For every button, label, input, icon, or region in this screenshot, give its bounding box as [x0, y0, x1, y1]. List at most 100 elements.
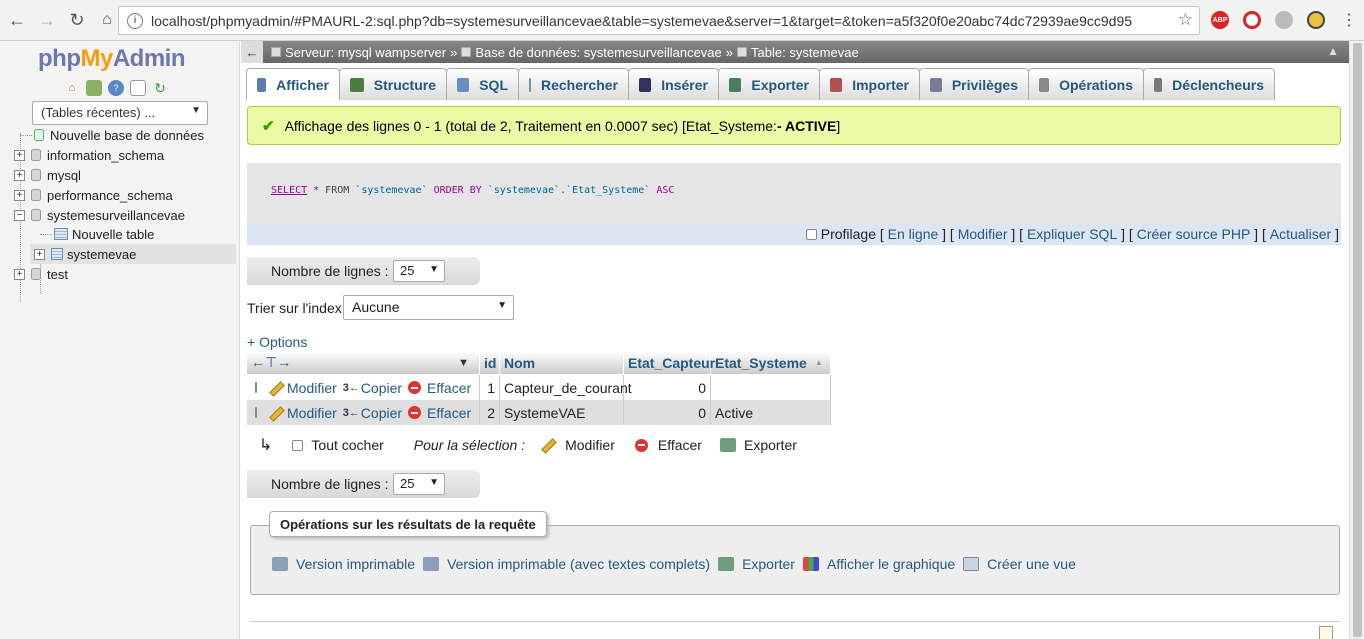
- recent-tables-select[interactable]: (Tables récentes) ... ▼: [32, 101, 208, 125]
- tab-structure[interactable]: Structure: [339, 68, 447, 100]
- extension-icon[interactable]: [1275, 11, 1293, 29]
- export-link[interactable]: Exporter: [718, 556, 795, 572]
- cell-nom[interactable]: SystemeVAE: [500, 400, 624, 425]
- collapse-nav-icon[interactable]: ←: [241, 41, 263, 63]
- header-nom[interactable]: Nom: [500, 351, 624, 374]
- home-icon[interactable]: ⌂: [94, 7, 120, 33]
- tree-item-systemevae[interactable]: + systemevae: [30, 244, 236, 264]
- tab-inserer[interactable]: Insérer: [628, 68, 719, 100]
- page-scrollbar[interactable]: [1349, 41, 1364, 639]
- cell-etat-systeme[interactable]: [711, 375, 831, 400]
- tab-sql[interactable]: SQL: [446, 68, 519, 100]
- cell-etat-capteur[interactable]: 0: [624, 375, 711, 400]
- menu-icon[interactable]: ⋮: [1336, 7, 1362, 33]
- extension-norton-icon[interactable]: [1307, 11, 1325, 29]
- tree-item-systemesurveillancevae[interactable]: − systemesurveillancevae: [14, 205, 185, 225]
- rows-count-select[interactable]: 25 ▼: [393, 473, 445, 495]
- phpmyadmin-logo[interactable]: phpMyAdmin: [38, 45, 186, 73]
- console-icon[interactable]: [1319, 626, 1333, 639]
- address-bar[interactable]: i localhost/phpmyadmin/#PMAURL-2:sql.php…: [118, 6, 1200, 35]
- home-icon[interactable]: ⌂: [64, 80, 80, 96]
- help-icon[interactable]: ?: [108, 80, 124, 96]
- reload-nav-icon[interactable]: ↻: [152, 80, 168, 96]
- check-all-label[interactable]: Tout cocher: [311, 437, 383, 453]
- adblock-icon[interactable]: ABP: [1211, 11, 1229, 29]
- row-copy-button[interactable]: 3← Copier: [343, 405, 402, 421]
- tree-item-new-table[interactable]: Nouvelle table: [40, 224, 154, 244]
- header-etat-systeme[interactable]: Etat_Systeme ▲: [711, 351, 831, 374]
- cell-nom[interactable]: Capteur_de_courant: [500, 375, 632, 400]
- rows-count-select[interactable]: 25 ▼: [393, 260, 445, 282]
- profiling-checkbox[interactable]: [805, 228, 817, 240]
- back-arrow-icon[interactable]: ←: [4, 7, 30, 33]
- header-id[interactable]: id: [480, 351, 500, 374]
- create-php-link[interactable]: Créer source PHP: [1137, 226, 1251, 242]
- print-view-link[interactable]: Version imprimable: [272, 556, 415, 572]
- options-toggle-link[interactable]: + Options: [247, 334, 307, 350]
- tab-importer[interactable]: Importer: [819, 68, 920, 100]
- breadcrumb-database[interactable]: Base de données: systemesurveillancevae: [475, 45, 721, 60]
- bulk-delete-button[interactable]: Effacer: [634, 437, 702, 453]
- expand-plus-icon[interactable]: +: [14, 169, 25, 181]
- scrollbar-thumb[interactable]: [1353, 43, 1362, 637]
- column-menu-icon[interactable]: ▼: [458, 357, 469, 369]
- breadcrumb-server[interactable]: Serveur: mysql wampserver: [285, 45, 446, 60]
- sql-keyword-select[interactable]: SELECT: [271, 185, 307, 196]
- tab-privileges[interactable]: Privilèges: [919, 68, 1029, 100]
- row-actions: Modifier 3← Copier Effacer: [247, 400, 480, 425]
- breadcrumb-separator: »: [725, 44, 734, 60]
- print-view-full-link[interactable]: Version imprimable (avec textes complets…: [423, 556, 710, 572]
- sql-query-text[interactable]: SELECT * FROM `systemevae` ORDER BY `sys…: [271, 185, 674, 196]
- header-etat-capteur[interactable]: Etat_Capteur: [624, 351, 715, 374]
- display-chart-link[interactable]: Afficher le graphique: [802, 556, 955, 572]
- row-edit-button[interactable]: Modifier: [269, 405, 337, 421]
- tab-declencheurs[interactable]: Déclencheurs: [1143, 68, 1275, 100]
- tree-item-performance-schema[interactable]: + performance_schema: [14, 185, 173, 205]
- expand-plus-icon[interactable]: +: [14, 268, 25, 280]
- cell-id[interactable]: 2: [480, 400, 500, 425]
- expand-plus-icon[interactable]: +: [34, 248, 45, 260]
- cell-etat-systeme[interactable]: Active: [711, 400, 831, 425]
- tab-rechercher[interactable]: Rechercher: [518, 68, 629, 100]
- bulk-export-button[interactable]: Exporter: [719, 437, 797, 453]
- row-copy-button[interactable]: 3← Copier: [343, 380, 402, 396]
- expand-plus-icon[interactable]: +: [14, 189, 25, 201]
- tree-item-new-database[interactable]: Nouvelle base de données: [20, 125, 204, 145]
- check-all-checkbox[interactable]: [292, 439, 304, 451]
- opera-icon[interactable]: [1243, 11, 1261, 29]
- scroll-top-icon[interactable]: ▲: [1327, 44, 1339, 58]
- column-resize-arrows-icon[interactable]: ←⊤→: [251, 354, 291, 371]
- cell-etat-capteur[interactable]: 0: [624, 400, 711, 425]
- row-delete-button[interactable]: Effacer: [408, 380, 471, 396]
- forward-arrow-icon[interactable]: →: [34, 7, 60, 33]
- row-checkbox[interactable]: [255, 382, 257, 393]
- create-view-link[interactable]: Créer une vue: [963, 556, 1076, 572]
- tree-item-information-schema[interactable]: + information_schema: [14, 145, 164, 165]
- tab-exporter[interactable]: Exporter: [718, 68, 820, 100]
- edit-query-link[interactable]: Modifier: [958, 226, 1008, 242]
- docs-icon[interactable]: [130, 80, 146, 96]
- tree-item-label: systemevae: [67, 246, 137, 262]
- refresh-link[interactable]: Actualiser: [1270, 226, 1331, 242]
- cell-id[interactable]: 1: [480, 375, 500, 400]
- info-icon[interactable]: i: [127, 12, 143, 29]
- row-edit-button[interactable]: Modifier: [269, 380, 337, 396]
- tab-afficher[interactable]: Afficher: [246, 68, 340, 100]
- collapse-minus-icon[interactable]: −: [14, 209, 25, 221]
- bookmark-star-icon[interactable]: ☆: [1178, 10, 1193, 30]
- url-text[interactable]: localhost/phpmyadmin/#PMAURL-2:sql.php?d…: [151, 13, 1132, 29]
- expand-plus-icon[interactable]: +: [14, 149, 25, 161]
- bulk-edit-button[interactable]: Modifier: [541, 437, 615, 453]
- breadcrumb-table[interactable]: Table: systemevae: [751, 45, 859, 60]
- explain-sql-link[interactable]: Expliquer SQL: [1027, 226, 1117, 242]
- row-checkbox[interactable]: [255, 407, 257, 418]
- row-delete-button[interactable]: Effacer: [408, 405, 471, 421]
- tree-item-mysql[interactable]: + mysql: [14, 165, 81, 185]
- logout-icon[interactable]: [86, 80, 102, 96]
- inline-edit-link[interactable]: En ligne: [888, 226, 939, 242]
- tree-item-test[interactable]: + test: [14, 264, 68, 284]
- sort-index-select[interactable]: Aucune ▼: [343, 295, 514, 320]
- reload-icon[interactable]: ↻: [64, 7, 90, 33]
- pencil-icon: [541, 438, 555, 452]
- tab-operations[interactable]: Opérations: [1028, 68, 1144, 100]
